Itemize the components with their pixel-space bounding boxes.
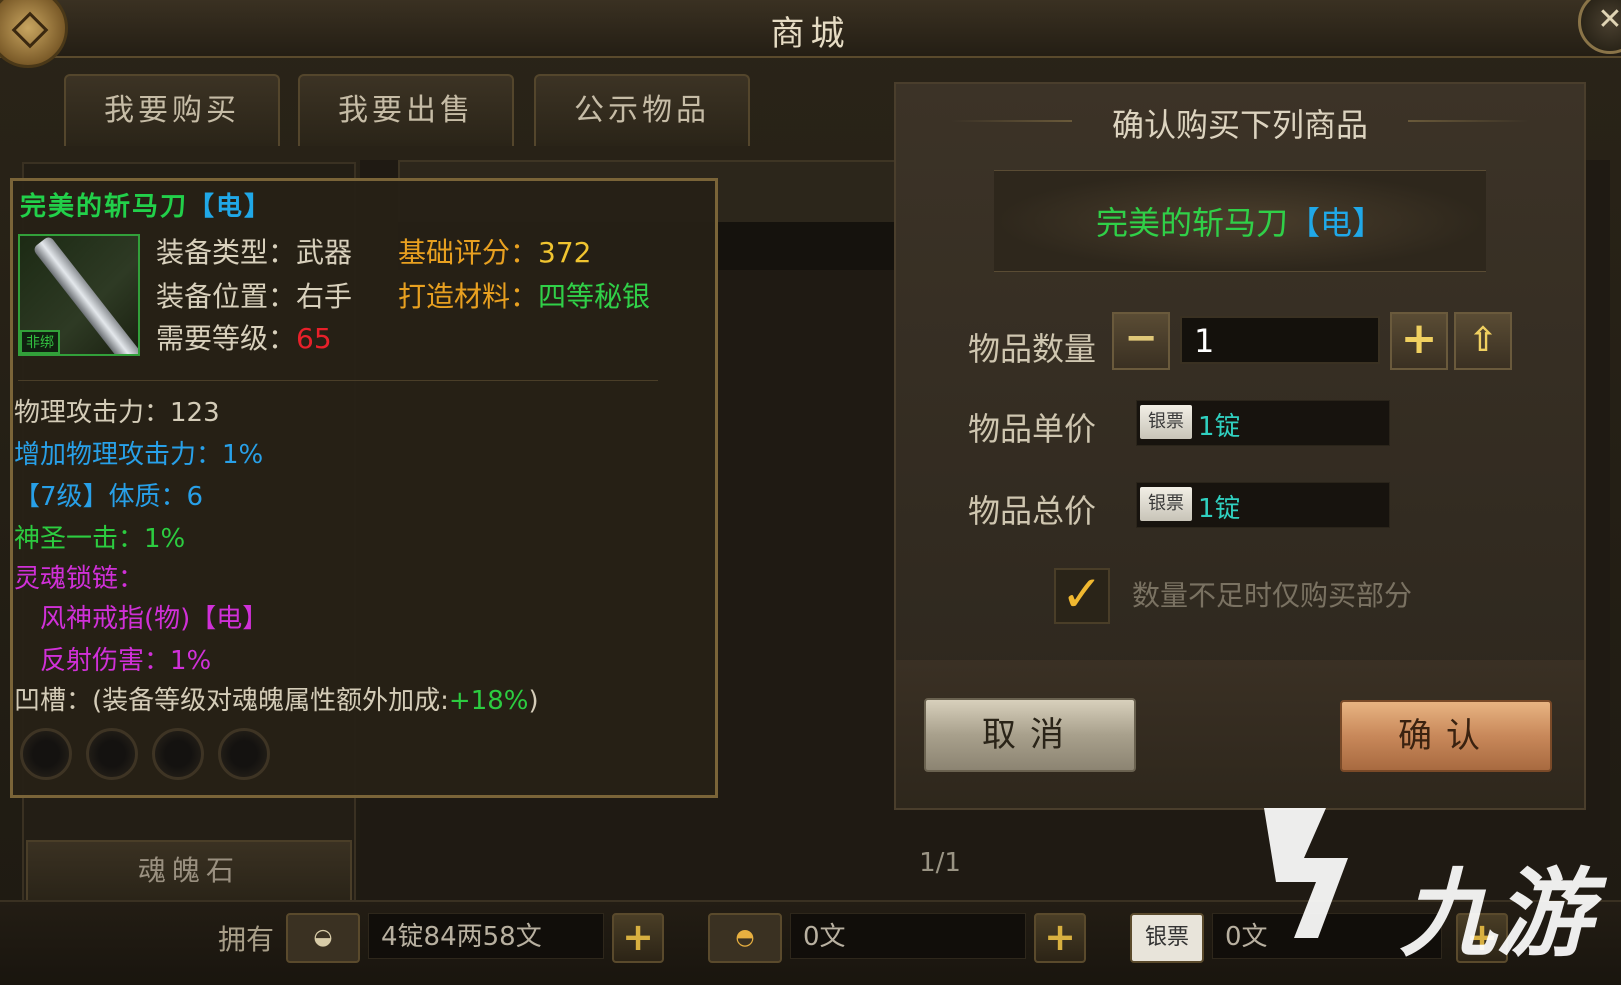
stat-physical-attack-bonus: 增加物理攻击力：1% xyxy=(14,440,264,470)
partial-buy-label: 数量不足时仅购买部分 xyxy=(1132,579,1413,612)
tab-public-items[interactable]: 公示物品 xyxy=(534,74,750,146)
socket-slot xyxy=(86,728,138,780)
silver-note-icon: 银票 xyxy=(1130,913,1204,963)
socket-info-prefix: 凹槽：(装备等级对魂魄属性额外加成: xyxy=(14,686,449,716)
add-gold-button[interactable]: + xyxy=(1034,913,1086,963)
base-score-value: 372 xyxy=(538,236,592,269)
level-req-value: 65 xyxy=(296,322,332,355)
silver-amount: 4锭84两58文 xyxy=(368,913,604,959)
stat-constitution: 【7级】体质：6 xyxy=(14,482,204,512)
material-row: 打造材料：四等秘银 xyxy=(398,276,650,318)
base-score-row: 基础评分：372 xyxy=(398,232,591,274)
partial-buy-checkbox[interactable]: ✓ xyxy=(1054,568,1110,624)
confirm-button[interactable]: 确认 xyxy=(1340,700,1552,772)
socket-slot xyxy=(218,728,270,780)
total-price-label: 物品总价 xyxy=(968,492,1097,530)
tab-buy[interactable]: 我要购买 xyxy=(64,74,280,146)
unit-price-value: 1锭 xyxy=(1198,412,1241,442)
dialog-item-name-text: 完美的斩马刀 xyxy=(1095,204,1288,242)
unit-price-label: 物品单价 xyxy=(968,410,1097,448)
base-score-label: 基础评分： xyxy=(398,236,539,269)
socket-slot xyxy=(20,728,72,780)
tooltip-divider xyxy=(18,380,658,381)
watermark-text: 九游 xyxy=(1400,858,1592,970)
dialog-item-element: 【电】 xyxy=(1288,204,1385,242)
stat-soul-chain: 灵魂锁链： xyxy=(14,564,145,594)
cancel-button[interactable]: 取消 xyxy=(924,698,1136,772)
silver-note-icon: 银票 xyxy=(1140,487,1192,521)
minus-icon: − xyxy=(1124,315,1158,361)
material-label: 打造材料： xyxy=(398,280,539,313)
bind-status-badge: 非绑 xyxy=(20,330,60,354)
stat-holy-strike: 神圣一击：1% xyxy=(14,524,186,554)
equip-type-label: 装备类型： xyxy=(156,236,297,269)
total-price-value: 1锭 xyxy=(1198,494,1241,524)
stat-soul-chain-ring: 风神戒指(物)【电】 xyxy=(40,604,269,634)
equip-slot-label: 装备位置： xyxy=(156,280,297,313)
category-item-soul-stone[interactable]: 魂魄石 xyxy=(26,840,352,902)
socket-info-suffix: ) xyxy=(528,686,539,716)
silver-ingot-icon: ◒ xyxy=(286,913,360,963)
level-req-label: 需要等级： xyxy=(156,322,297,355)
arrow-up-icon: ⇧ xyxy=(1468,320,1498,360)
socket-slot xyxy=(152,728,204,780)
dialog-title: 确认购买下列商品 xyxy=(1111,106,1368,144)
quantity-max-button[interactable]: ⇧ xyxy=(1454,312,1512,370)
equip-slot-row: 装备位置：右手 xyxy=(156,276,352,318)
window-title: 商城 xyxy=(770,14,851,54)
stat-physical-attack: 物理攻击力：123 xyxy=(14,398,220,428)
gold-amount: 0文 xyxy=(790,913,1026,959)
stat-reflect-damage: 反射伤害：1% xyxy=(40,646,212,676)
quantity-decrease-button[interactable]: − xyxy=(1112,312,1170,370)
add-silver-button[interactable]: + xyxy=(612,913,664,963)
material-value: 四等秘银 xyxy=(538,280,651,313)
close-icon: ✕ xyxy=(1597,2,1621,37)
socket-bonus-value: +18% xyxy=(448,686,529,716)
level-req-row: 需要等级：65 xyxy=(156,318,332,360)
own-label: 拥有 xyxy=(218,923,275,956)
silver-note-icon: 银票 xyxy=(1140,405,1192,439)
tooltip-item-name: 完美的斩马刀【电】 xyxy=(20,186,272,223)
equip-slot-value: 右手 xyxy=(296,280,353,313)
item-name-text: 完美的斩马刀 xyxy=(20,192,189,222)
plus-icon: + xyxy=(1400,313,1438,364)
quantity-label: 物品数量 xyxy=(968,330,1097,368)
gold-ingot-icon: ◓ xyxy=(708,913,782,963)
quantity-input[interactable]: 1 xyxy=(1180,316,1380,364)
item-element-text: 【电】 xyxy=(188,192,273,222)
equip-type-value: 武器 xyxy=(296,236,353,269)
checkmark-icon: ✓ xyxy=(1061,565,1103,623)
quantity-increase-button[interactable]: + xyxy=(1390,312,1448,370)
tab-sell[interactable]: 我要出售 xyxy=(298,74,514,146)
dialog-item-name: 完美的斩马刀【电】 xyxy=(994,198,1486,244)
equip-type-row: 装备类型：武器 xyxy=(156,232,352,274)
page-indicator: 1/1 xyxy=(919,848,961,878)
socket-info: 凹槽：(装备等级对魂魄属性额外加成:+18%) xyxy=(14,680,539,722)
